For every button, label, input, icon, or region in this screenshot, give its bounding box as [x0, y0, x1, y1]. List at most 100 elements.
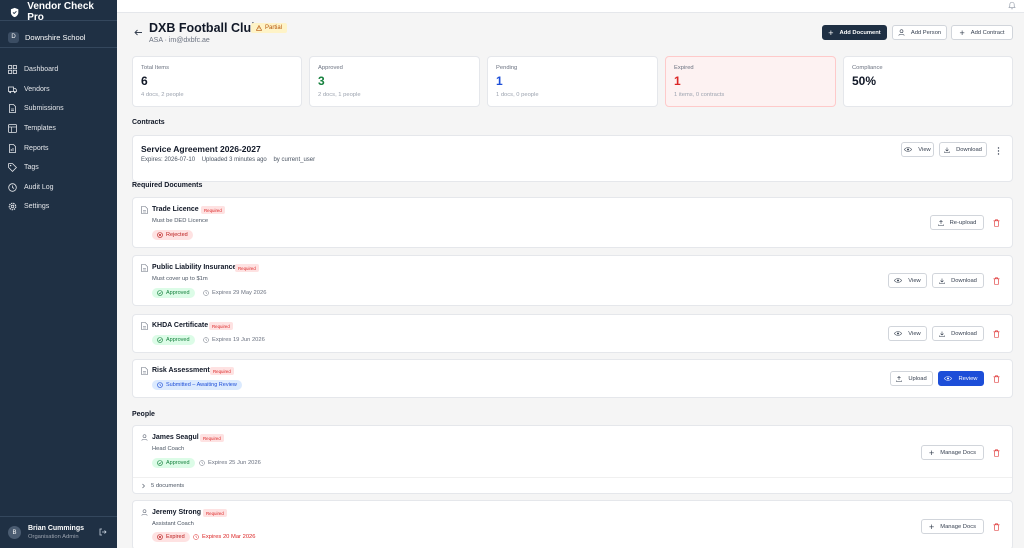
- status-label: Approved: [166, 337, 190, 343]
- status-pill-approved: Approved: [152, 458, 195, 468]
- back-arrow-icon[interactable]: [134, 29, 143, 36]
- trash-icon[interactable]: [993, 219, 1000, 227]
- person-name: James Seagul: [152, 434, 199, 441]
- check-circle-icon: [157, 337, 163, 343]
- trash-icon[interactable]: [993, 375, 1000, 383]
- document-icon: [9, 104, 16, 114]
- grid-icon: [8, 65, 17, 75]
- manage-docs-button[interactable]: + Manage Docs: [921, 445, 984, 460]
- reupload-button[interactable]: Re-upload: [930, 215, 984, 230]
- sidebar-item-submissions[interactable]: Submissions: [0, 99, 117, 119]
- clock-icon: [157, 382, 163, 388]
- stat-value: 6: [141, 74, 148, 88]
- add-contract-button[interactable]: + Add Contract: [951, 25, 1013, 40]
- main-content: DXB Football Club Partial ASA · im@dxbfc…: [117, 13, 1024, 548]
- manage-docs-label: Manage Docs: [940, 523, 977, 530]
- status-label: Approved: [166, 290, 190, 296]
- warning-icon: [256, 25, 262, 31]
- sidebar-item-audit-log[interactable]: Audit Log: [0, 178, 117, 198]
- trash-icon[interactable]: [993, 449, 1000, 457]
- chart-icon: [9, 143, 16, 153]
- sidebar-item-vendors[interactable]: Vendors: [0, 80, 117, 100]
- stat-label: Pending: [496, 65, 518, 71]
- add-document-button[interactable]: + Add Document: [822, 25, 887, 40]
- clock-icon: [203, 290, 209, 296]
- school-initial: D: [8, 31, 19, 43]
- download-icon: [944, 147, 950, 153]
- bell-icon[interactable]: [1008, 1, 1016, 10]
- view-button[interactable]: View: [888, 326, 927, 341]
- stat-approved: Approved 3 2 docs, 1 people: [309, 56, 480, 107]
- user-name: Brian Cummings: [28, 525, 85, 532]
- add-person-button[interactable]: Add Person: [892, 25, 947, 40]
- expiry-label: Expires 25 Jun 2026: [208, 460, 261, 466]
- sidebar-item-label: Submissions: [24, 105, 64, 113]
- more-vertical-icon[interactable]: [997, 147, 1000, 155]
- download-contract-button[interactable]: Download: [939, 142, 987, 157]
- review-button[interactable]: Review: [938, 371, 984, 386]
- expiry-date: Expires 20 Mar 2026: [193, 534, 256, 540]
- upload-icon: [896, 375, 903, 382]
- stat-value: 3: [318, 74, 325, 88]
- avatar: B: [8, 526, 21, 539]
- documents-toggle[interactable]: 5 documents: [141, 483, 184, 489]
- sidebar-item-reports[interactable]: Reports: [0, 138, 117, 158]
- document-icon: [141, 264, 148, 272]
- upload-button[interactable]: Upload: [890, 371, 933, 386]
- view-label: View: [908, 330, 921, 337]
- required-badge: Required: [210, 367, 234, 375]
- download-icon: [939, 278, 945, 284]
- school-selector[interactable]: D Downshire School: [0, 28, 117, 46]
- expiry-label: Expires 29 May 2026: [212, 290, 267, 296]
- manage-docs-button[interactable]: + Manage Docs: [921, 519, 984, 534]
- person-role: Head Coach: [152, 446, 185, 452]
- sidebar-item-settings[interactable]: Settings: [0, 197, 117, 217]
- divider: [0, 47, 117, 48]
- stat-label: Compliance: [852, 65, 883, 71]
- logout-icon[interactable]: [99, 528, 107, 536]
- trash-icon[interactable]: [993, 330, 1000, 338]
- contract-title: Service Agreement 2026-2027: [141, 144, 261, 154]
- reupload-label: Re-upload: [949, 219, 977, 226]
- expiry-date: Expires 29 May 2026: [203, 290, 266, 296]
- shield-icon: [10, 7, 19, 17]
- clock-icon: [8, 183, 17, 192]
- download-button[interactable]: Download: [932, 326, 984, 341]
- plus-icon: +: [959, 27, 965, 38]
- trash-icon[interactable]: [993, 277, 1000, 285]
- contract-uploaded-by: by current_user: [273, 157, 316, 163]
- status-label: Submitted – Awaiting Review: [166, 382, 237, 388]
- expiry-label: Expires 19 Jun 2026: [212, 337, 265, 343]
- user-profile[interactable]: B Brian Cummings Organisation Admin: [0, 517, 117, 548]
- clock-icon: [203, 337, 209, 343]
- section-heading-required-documents: Required Documents: [132, 182, 203, 189]
- contract-card: Service Agreement 2026-2027 Expires: 202…: [132, 135, 1013, 182]
- sidebar-item-tags[interactable]: Tags: [0, 158, 117, 178]
- view-contract-button[interactable]: View: [901, 142, 934, 157]
- stat-total-items: Total Items 6 4 docs, 2 people: [132, 56, 302, 107]
- school-name: Downshire School: [25, 32, 86, 42]
- brand[interactable]: Vendor Check Pro: [0, 0, 117, 23]
- download-label: Download: [951, 330, 977, 337]
- document-card: KHDA Certificate Required Approved Expir…: [132, 314, 1013, 353]
- eye-icon: [894, 331, 903, 336]
- top-bar: [117, 0, 1024, 13]
- sidebar-item-templates[interactable]: Templates: [0, 119, 117, 139]
- stat-value: 1: [496, 74, 503, 88]
- required-badge: Required: [209, 322, 233, 330]
- download-icon: [939, 331, 945, 337]
- trash-icon[interactable]: [993, 523, 1000, 531]
- sidebar-item-dashboard[interactable]: Dashboard: [0, 60, 117, 80]
- add-contract-label: Add Contract: [970, 29, 1005, 36]
- stat-value: 50%: [852, 74, 877, 88]
- sidebar-item-label: Dashboard: [24, 66, 59, 74]
- person-role: Assistant Coach: [152, 521, 194, 527]
- sidebar-item-label: Tags: [24, 164, 39, 172]
- check-circle-icon: [157, 290, 163, 296]
- view-button[interactable]: View: [888, 273, 927, 288]
- expiry-label: Expires 20 Mar 2026: [202, 534, 256, 540]
- document-icon: [141, 206, 148, 214]
- status-pill-submitted: Submitted – Awaiting Review: [152, 380, 242, 390]
- document-title: Trade Licence: [152, 206, 199, 213]
- download-button[interactable]: Download: [932, 273, 984, 288]
